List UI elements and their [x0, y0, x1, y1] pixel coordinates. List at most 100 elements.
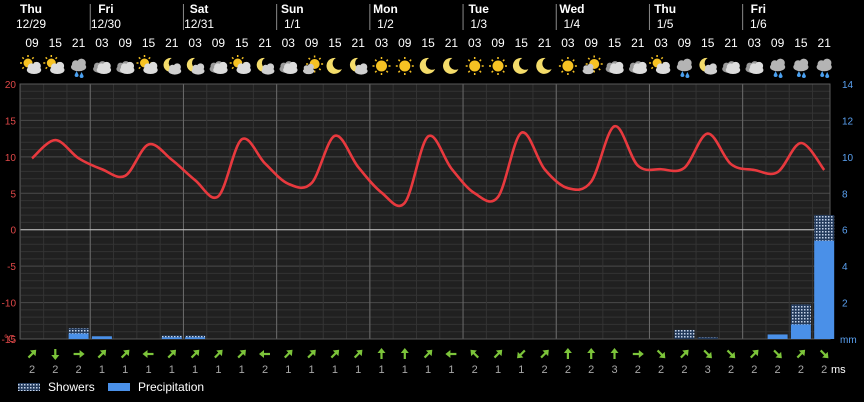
cloud-part — [776, 58, 785, 68]
cloud-icon — [722, 61, 741, 75]
raindrop — [680, 71, 685, 77]
cloud-part — [196, 63, 205, 71]
showers-bar — [814, 215, 835, 241]
hour-label: 09 — [771, 36, 785, 50]
wind-arrow-icon — [726, 349, 736, 359]
wind-arrow-icon — [610, 348, 619, 359]
hour-label: 21 — [445, 36, 459, 50]
y-right-tick: 4 — [842, 262, 848, 273]
sun-ray — [374, 70, 378, 73]
hour-label: 09 — [585, 36, 599, 50]
sun-icon — [489, 57, 507, 75]
raindrop — [778, 72, 783, 78]
meteogram-chart: Thu12/29Fri12/30Sat12/31Sun1/1Mon1/2Tue1… — [2, 2, 857, 394]
sun-ray — [21, 56, 25, 60]
hour-label: 21 — [258, 36, 272, 50]
wind-speed: 3 — [611, 364, 617, 376]
legend-precipitation-swatch — [108, 383, 130, 391]
wind-row: 2 2 2 1 1 1 1 1 1 1 2 1 1 1 1 1 1 1 1 2 1 1 2 2 2 3 2 2 2 3 2 2 2 2 2 ms — [27, 348, 846, 376]
sun-ray — [31, 56, 35, 60]
sun-disc — [399, 60, 411, 72]
y-right-tick: 8 — [842, 189, 848, 200]
cloud-part — [288, 61, 298, 71]
wind-speed: 2 — [588, 364, 594, 376]
sun-ray — [55, 56, 58, 60]
cloud-part — [638, 61, 647, 71]
wind-speed: 2 — [29, 364, 35, 376]
rain-cloud-icon — [793, 58, 809, 78]
precipitation-bar — [814, 240, 835, 339]
wind-arrow-icon — [353, 349, 363, 359]
showers-bar — [68, 328, 89, 334]
cloud-part — [661, 61, 670, 71]
wind-arrow-icon — [632, 350, 644, 358]
moon-shape — [419, 57, 436, 74]
y-left-tick: -10 — [2, 299, 17, 310]
hour-label: 15 — [515, 36, 529, 50]
wind-arrow-icon — [656, 349, 666, 359]
arrow-head — [377, 348, 386, 353]
day-date: 1/4 — [564, 17, 581, 31]
wind-speed: 1 — [239, 364, 245, 376]
sun-ray — [598, 57, 601, 60]
day-name: Tue — [468, 2, 489, 16]
sun-ray — [502, 70, 505, 73]
raindrop — [79, 72, 84, 78]
plot-background — [20, 84, 830, 339]
sun-ray — [467, 59, 471, 62]
wind-arrow-icon — [259, 350, 270, 358]
day-date: 1/6 — [750, 17, 767, 31]
wind-arrow-icon — [142, 350, 154, 358]
cloud-part — [731, 61, 740, 71]
hour-label: 15 — [142, 36, 156, 50]
sun-ray — [318, 68, 322, 71]
wind-speed: 2 — [751, 364, 757, 376]
wind-speed: 2 — [565, 364, 571, 376]
wind-speed: 1 — [309, 364, 315, 376]
day-name: Fri — [751, 2, 766, 16]
wind-arrow-icon — [703, 349, 712, 359]
wind-speed: 1 — [122, 364, 128, 376]
wind-speed: 2 — [775, 364, 781, 376]
hour-label: 09 — [678, 36, 692, 50]
wind-speed: 1 — [378, 364, 384, 376]
sun-ray — [318, 57, 322, 60]
sun-disc — [562, 60, 574, 72]
rain-cloud-icon — [71, 58, 87, 78]
sun-ray — [385, 59, 389, 62]
cloud-part — [615, 61, 624, 71]
hour-label: 21 — [724, 36, 738, 50]
hour-label: 03 — [375, 36, 389, 50]
sun-disc — [469, 60, 481, 72]
hour-label: 15 — [49, 36, 63, 50]
sun-ray — [491, 70, 494, 73]
cloud-part — [754, 61, 764, 71]
sun-ray — [467, 70, 471, 73]
y-left-tick: 0 — [10, 226, 16, 237]
hour-label: 21 — [631, 36, 645, 50]
hour-label: 09 — [212, 36, 226, 50]
wind-speed: 1 — [448, 364, 454, 376]
wind-speed: 1 — [495, 364, 501, 376]
moon-shape — [536, 57, 552, 74]
sun-ray — [308, 57, 311, 60]
wind-arrow-icon — [680, 349, 689, 359]
wind-speed: 1 — [215, 364, 221, 376]
wind-speed: 1 — [99, 364, 105, 376]
sun-icon — [395, 57, 414, 75]
moon-cloud-icon — [699, 57, 718, 75]
hour-label: 03 — [654, 36, 668, 50]
wind-arrow-icon — [27, 349, 37, 359]
arrow-head — [259, 350, 264, 358]
precipitation-bar — [68, 333, 89, 339]
sun-ray — [45, 56, 48, 60]
moon-shape — [512, 57, 529, 74]
sun-ray — [374, 59, 378, 62]
hour-label: 03 — [468, 36, 482, 50]
raindrop — [685, 72, 690, 78]
sun-ray — [561, 70, 564, 73]
partly-sunny-icon — [136, 55, 158, 75]
sun-ray — [502, 59, 505, 62]
day-name: Thu — [20, 2, 42, 16]
hour-label: 21 — [818, 36, 832, 50]
